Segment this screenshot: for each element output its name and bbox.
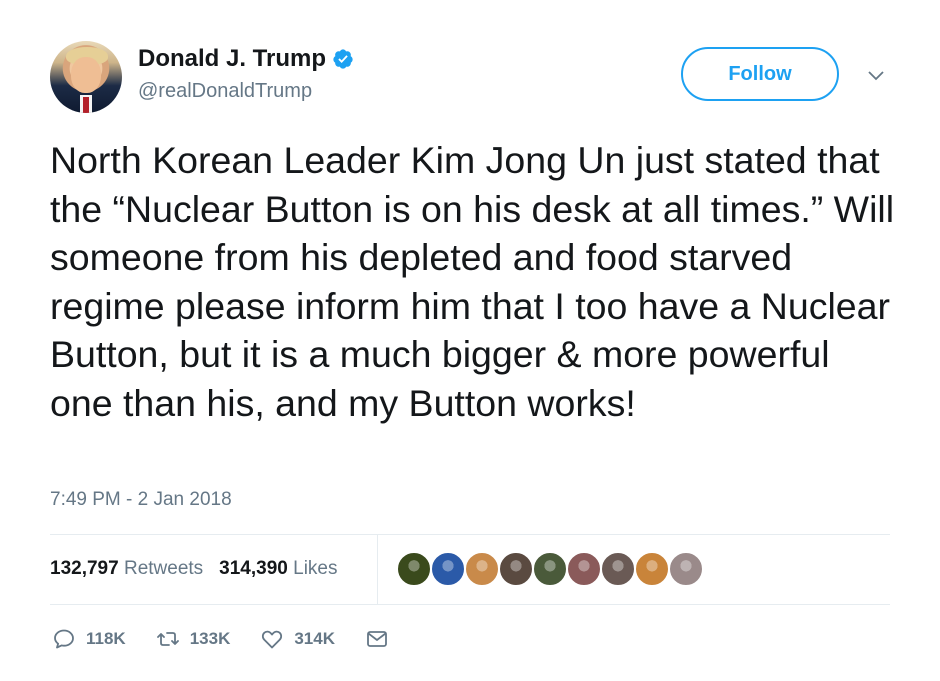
stats-vertical-divider [377, 535, 378, 604]
retweet-button[interactable]: 133K [156, 627, 231, 651]
direct-message-button[interactable] [365, 627, 389, 651]
retweets-count: 132,797 [50, 558, 119, 579]
liker-avatar-3[interactable] [464, 551, 500, 587]
tweet-stats: 132,797 Retweets 314,390 Likes [50, 558, 338, 580]
liker-avatar-4[interactable] [498, 551, 534, 587]
likes-count: 314,390 [219, 558, 288, 579]
divider-top [50, 534, 890, 535]
retweet-count: 133K [189, 629, 231, 648]
retweets-stat[interactable]: 132,797 Retweets [50, 558, 203, 580]
avatar-face [71, 57, 101, 93]
heart-icon [262, 630, 283, 649]
liker-avatars [396, 551, 704, 587]
liker-avatar-2[interactable] [430, 551, 466, 587]
reply-count: 118K [86, 629, 126, 648]
retweets-label: Retweets [123, 558, 204, 579]
liker-avatar-7[interactable] [600, 551, 636, 587]
follow-button[interactable]: Follow [681, 47, 839, 101]
like-count: 314K [294, 629, 335, 648]
liker-avatar-5[interactable] [532, 551, 568, 587]
reply-button[interactable]: 118K [52, 627, 126, 651]
tweet-timestamp[interactable]: 7:49 PM - 2 Jan 2018 [50, 489, 232, 511]
author-display-name[interactable]: Donald J. Trump [138, 45, 326, 73]
avatar-tie [83, 97, 89, 113]
chevron-down-icon[interactable] [866, 66, 886, 86]
likes-stat[interactable]: 314,390 Likes [219, 558, 337, 580]
author-name-row[interactable]: Donald J. Trump [138, 44, 354, 74]
liker-avatar-1[interactable] [396, 551, 432, 587]
envelope-icon [367, 631, 387, 647]
tweet-text: North Korean Leader Kim Jong Un just sta… [50, 139, 895, 424]
reply-icon [54, 629, 74, 649]
verified-badge-icon [333, 49, 353, 69]
divider-bottom [50, 604, 890, 605]
author-avatar[interactable] [50, 41, 122, 113]
author-handle[interactable]: @realDonaldTrump [138, 80, 312, 103]
liker-avatar-9[interactable] [668, 551, 704, 587]
likes-label: Likes [293, 558, 338, 579]
liker-avatar-6[interactable] [566, 551, 602, 587]
like-button[interactable]: 314K [260, 627, 335, 651]
tweet-actions: 118K 133K 314K [52, 627, 419, 651]
retweet-icon [156, 632, 179, 646]
liker-avatar-8[interactable] [634, 551, 670, 587]
